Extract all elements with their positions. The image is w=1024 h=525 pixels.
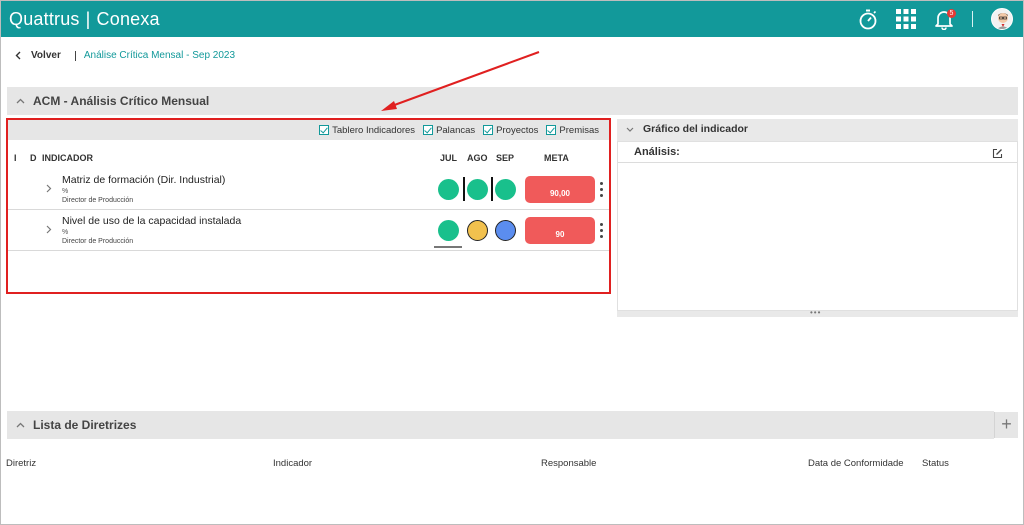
resize-handle-icon[interactable]: ••• [810, 308, 821, 317]
status-dot-jul[interactable] [438, 220, 459, 241]
more-options-icon[interactable] [600, 182, 604, 198]
brand-separator: | [85, 9, 91, 29]
indicator-owner: Director de Producción [62, 197, 134, 204]
col-responsable[interactable]: Responsable [541, 458, 596, 469]
chevron-left-icon [15, 51, 21, 60]
status-dot-jul[interactable] [438, 179, 459, 200]
analysis-box: Análisis: [617, 141, 1018, 311]
top-bar: Quattrus | Conexa 5 [1, 1, 1023, 37]
table-row[interactable]: Nivel de uso de la capacidad instalada %… [8, 211, 609, 251]
month-divider [491, 177, 493, 201]
indicator-owner: Director de Producción [62, 238, 134, 245]
guidelines-section-title: Lista de Diretrizes [33, 418, 137, 432]
guidelines-section-header[interactable]: Lista de Diretrizes [7, 411, 994, 439]
indicator-unit: % [62, 188, 69, 195]
checkbox-checked-icon[interactable] [319, 125, 330, 135]
analysis-label: Análisis: [634, 146, 680, 158]
status-dot-sep[interactable] [495, 179, 516, 200]
plus-icon: + [1001, 414, 1012, 434]
status-dot-ago[interactable] [467, 179, 488, 200]
top-divider [972, 11, 973, 27]
stopwatch-icon[interactable] [858, 8, 878, 30]
meta-badge[interactable]: 90 [525, 217, 595, 244]
acm-section-title: ACM - Análisis Crítico Mensual [33, 94, 210, 108]
more-options-icon[interactable] [600, 223, 604, 239]
breadcrumb-divider [74, 50, 76, 61]
indicator-name[interactable]: Matriz de formación (Dir. Industrial) [62, 174, 225, 186]
chart-panel-title: Gráfico del indicador [643, 123, 749, 135]
indicators-panel: Tablero Indicadores Palancas Proyectos P… [6, 118, 611, 294]
filter-palancas[interactable]: Palancas [423, 125, 475, 136]
filter-premisas[interactable]: Premisas [546, 125, 599, 136]
chart-panel-header[interactable]: Gráfico del indicador [617, 119, 1018, 139]
brand-logo[interactable]: Quattrus | Conexa [9, 9, 160, 30]
notifications-button[interactable]: 5 [934, 8, 956, 30]
col-jul: JUL [440, 153, 458, 163]
col-sep: SEP [496, 153, 515, 163]
col-i: I [14, 153, 17, 163]
apps-grid-icon[interactable] [896, 9, 916, 29]
col-meta: META [544, 153, 569, 163]
col-data-conformidade[interactable]: Data de Conformidade [808, 458, 904, 469]
checkbox-checked-icon[interactable] [546, 125, 557, 135]
notification-badge: 5 [947, 9, 956, 18]
table-row[interactable]: Matriz de formación (Dir. Industrial) % … [8, 170, 609, 210]
indicator-name[interactable]: Nivel de uso de la capacidad instalada [62, 215, 241, 227]
col-diretriz[interactable]: Diretriz [6, 458, 36, 469]
breadcrumb: Volver Análise Crítica Mensal - Sep 2023 [15, 50, 235, 61]
user-avatar[interactable] [991, 8, 1013, 30]
checkbox-checked-icon[interactable] [483, 125, 494, 135]
chevron-down-icon[interactable] [617, 124, 643, 134]
chevron-up-icon[interactable] [7, 420, 33, 431]
annotation-arrow-icon [381, 51, 540, 111]
status-dot-ago[interactable] [467, 220, 488, 241]
month-divider [463, 177, 465, 201]
add-guideline-button[interactable]: + [994, 412, 1018, 438]
col-ago: AGO [467, 153, 488, 163]
chart-panel: Gráfico del indicador Análisis: ••• [617, 119, 1018, 317]
col-indicador[interactable]: Indicador [273, 458, 312, 469]
brand-right: Conexa [96, 9, 160, 29]
back-label: Volver [31, 50, 61, 61]
grid-header: I D INDICADOR JUL AGO SEP META [8, 153, 609, 167]
breadcrumb-current[interactable]: Análise Crítica Mensal - Sep 2023 [84, 50, 235, 61]
meta-badge[interactable]: 90,00 [525, 176, 595, 203]
chevron-right-icon[interactable] [46, 225, 56, 235]
chevron-right-icon[interactable] [46, 184, 56, 194]
brand-left: Quattrus [9, 9, 80, 29]
filter-bar: Tablero Indicadores Palancas Proyectos P… [8, 120, 609, 140]
selected-month-underline [434, 246, 462, 248]
indicator-unit: % [62, 229, 69, 236]
col-status[interactable]: Status [922, 458, 949, 469]
filter-tablero-indicadores[interactable]: Tablero Indicadores [319, 125, 415, 136]
col-indicator: INDICADOR [42, 153, 93, 163]
guidelines-columns: Diretriz Indicador Responsable Data de C… [1, 458, 1023, 470]
col-d: D [30, 153, 37, 163]
analysis-divider [618, 162, 1017, 163]
checkbox-checked-icon[interactable] [423, 125, 434, 135]
back-button[interactable]: Volver [15, 50, 61, 61]
top-actions: 5 [858, 6, 1013, 32]
status-dot-sep[interactable] [495, 220, 516, 241]
chevron-up-icon[interactable] [7, 96, 33, 107]
filter-proyectos[interactable]: Proyectos [483, 125, 538, 136]
